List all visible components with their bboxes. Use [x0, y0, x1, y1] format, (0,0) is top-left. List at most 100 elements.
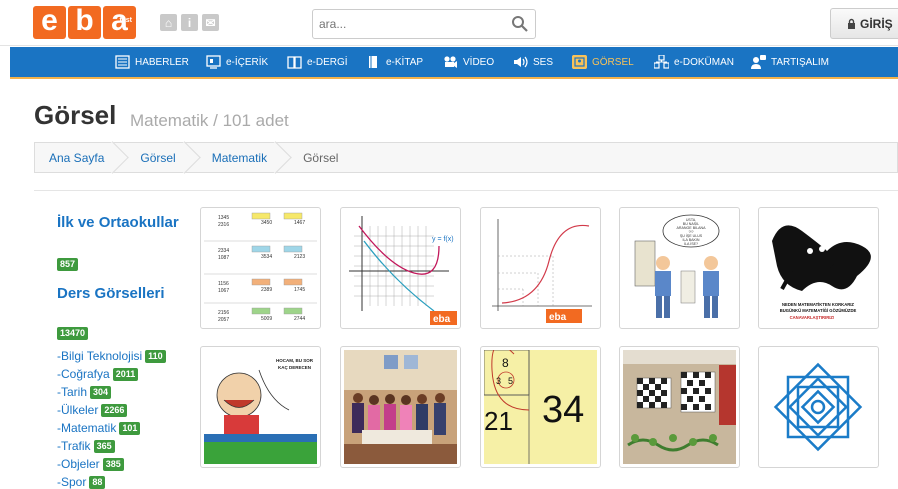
- s-curve-graph-image: eba: [484, 211, 597, 325]
- grid-number: 3534: [261, 254, 272, 260]
- nav-haberler[interactable]: HABERLER: [115, 47, 189, 77]
- nav-label: HABERLER: [135, 56, 189, 68]
- sidebar-item-trafik[interactable]: -Trafik 365: [57, 437, 166, 455]
- search-icon[interactable]: [511, 15, 529, 33]
- grid-number: 1467: [294, 220, 305, 226]
- poster-text: NEDEN MATEMATİKTEN KORKARIZ: [782, 302, 854, 307]
- image-thumbnail-fibonacci[interactable]: 8 3 5 34 21: [480, 346, 601, 468]
- nav-e-dokuman[interactable]: e-DOKÜMAN: [654, 47, 734, 77]
- sidebar-item-cografya[interactable]: -Coğrafya 2011: [57, 365, 166, 383]
- image-thumbnail-function-graph[interactable]: y = f(x) eba: [340, 207, 461, 329]
- sidebar-item-label: -Bilgi Teknolojisi: [57, 349, 143, 363]
- grid-number: 1745: [294, 287, 305, 293]
- grid-number: 2156: [218, 310, 229, 316]
- mail-icon[interactable]: ✉: [202, 14, 219, 31]
- count-badge: 385: [102, 457, 124, 471]
- sidebar-item-label: -Ülkeler: [57, 403, 99, 417]
- top-icons: ⌂ i ✉: [160, 14, 219, 31]
- search-input[interactable]: [313, 10, 503, 38]
- count-badge: 13470: [57, 327, 89, 340]
- nav-label: e-İÇERİK: [226, 56, 269, 68]
- count-badge: 2011: [112, 367, 139, 381]
- image-thumbnail-chessboard[interactable]: [619, 346, 740, 468]
- sidebar-item-tarih[interactable]: -Tarih 304: [57, 383, 166, 401]
- breadcrumb-current: Görsel: [281, 143, 352, 172]
- cartoon-text: İLA İSE?: [684, 241, 698, 246]
- fib-number: 5: [508, 376, 513, 386]
- nav-label: VİDEO: [463, 56, 495, 68]
- magazine-icon: [287, 56, 302, 69]
- brand-stamp: eba: [433, 314, 451, 325]
- count-badge: 2266: [101, 403, 128, 417]
- sidebar-item-ulkeler[interactable]: -Ülkeler 2266: [57, 401, 166, 419]
- nav-gorsel[interactable]: GÖRSEL: [572, 47, 634, 77]
- poster-text: BUGÜNKÜ MATEMATİĞİ GÖZÜMÜZDE: [780, 308, 857, 313]
- student-cartoon-image: HOCAM, BU SOR KAÇ DERECEN: [204, 350, 317, 464]
- cartoon-text: KAÇ DERECEN: [278, 365, 311, 370]
- nav-label: GÖRSEL: [592, 56, 634, 68]
- content-icon: [206, 55, 221, 69]
- fib-number: 8: [502, 356, 509, 370]
- nav-label: e-KİTAP: [386, 56, 424, 68]
- sidebar-item-objeler[interactable]: -Objeler 385: [57, 455, 166, 473]
- grid-number: 2316: [218, 222, 229, 228]
- breadcrumb-ana-sayfa[interactable]: Ana Sayfa: [35, 143, 118, 172]
- video-camera-icon: [444, 56, 457, 68]
- grid-number: 2057: [218, 317, 229, 323]
- nav-e-kitap[interactable]: e-KİTAP: [366, 47, 423, 77]
- grid-number: 2123: [294, 254, 305, 260]
- breadcrumb-label: Görsel: [140, 150, 176, 165]
- image-thumbnail-math-monster[interactable]: NEDEN MATEMATİKTEN KORKARIZ BUGÜNKÜ MATE…: [758, 207, 879, 329]
- grid-number: 3450: [261, 220, 272, 226]
- nav-label: SES: [533, 56, 554, 68]
- news-icon: [115, 55, 130, 69]
- count-badge: 365: [93, 439, 115, 453]
- sidebar-item-matematik[interactable]: -Matematik 101: [57, 419, 166, 437]
- home-icon[interactable]: ⌂: [160, 14, 177, 31]
- count-badge: 101: [119, 421, 141, 435]
- nav-video[interactable]: VİDEO: [443, 47, 494, 77]
- logo-letter-e: e: [33, 6, 66, 39]
- fib-number: 21: [484, 406, 513, 436]
- fibonacci-image: 8 3 5 34 21: [484, 350, 597, 464]
- count-badge: 88: [89, 475, 106, 489]
- login-button[interactable]: GİRİŞ: [830, 8, 898, 39]
- nav-e-dergi[interactable]: e-DERGİ: [287, 47, 348, 77]
- breadcrumb-gorsel[interactable]: Görsel: [118, 143, 189, 172]
- math-monster-image: NEDEN MATEMATİKTEN KORKARIZ BUGÜNKÜ MATE…: [762, 211, 875, 325]
- classroom-photo-image: [344, 350, 457, 464]
- info-icon[interactable]: i: [181, 14, 198, 31]
- sidebar-item-label: -Matematik: [57, 421, 117, 435]
- nav-tartisalim[interactable]: TARTIŞALIM: [751, 47, 829, 77]
- image-thumbnail-s-curve[interactable]: eba: [480, 207, 601, 329]
- book-icon: [369, 56, 377, 68]
- eba-logo[interactable]: e b a test: [33, 6, 138, 39]
- image-thumbnail-classroom-photo[interactable]: [340, 346, 461, 468]
- sidebar-item-spor[interactable]: -Spor 88: [57, 473, 166, 489]
- cartoon-text: HOCAM, BU SOR: [276, 358, 314, 363]
- sidebar-item-label: -Objeler: [57, 457, 100, 471]
- logo-letter-b: b: [68, 6, 101, 39]
- addition-grid-image: 1345 2316 3450 1467 2334 1087 3534 2123 …: [204, 211, 317, 325]
- count-badge: 110: [145, 349, 166, 363]
- breadcrumb-label: Görsel: [303, 150, 339, 165]
- logo-letter-a: a test: [103, 6, 136, 39]
- grid-number: 1067: [218, 288, 229, 294]
- image-thumbnail-workers-cartoon[interactable]: USTA, BU NASIL ARANGE BİLANA ?!? ŞU İŞE …: [619, 207, 740, 329]
- image-thumbnail-addition-grid[interactable]: 1345 2316 3450 1467 2334 1087 3534 2123 …: [200, 207, 321, 329]
- sidebar-heading-schools[interactable]: İlk ve Ortaokullar: [57, 214, 179, 231]
- logo-sub: test: [119, 17, 132, 24]
- breadcrumb-matematik[interactable]: Matematik: [190, 143, 281, 172]
- image-icon: [572, 55, 587, 69]
- breadcrumb-label: Ana Sayfa: [49, 150, 105, 165]
- divider: [34, 190, 898, 191]
- workers-cartoon-image: USTA, BU NASIL ARANGE BİLANA ?!? ŞU İŞE …: [623, 211, 736, 325]
- image-thumbnail-student-cartoon[interactable]: HOCAM, BU SOR KAÇ DERECEN: [200, 346, 321, 468]
- count-badge: 857: [57, 258, 79, 271]
- sidebar-heading-lessons[interactable]: Ders Görselleri: [57, 285, 165, 302]
- nav-ses[interactable]: SES: [513, 47, 553, 77]
- page-title: Görsel: [34, 100, 117, 130]
- sidebar-item-bilgi-teknolojisi[interactable]: -Bilgi Teknolojisi 110: [57, 347, 166, 365]
- image-thumbnail-geometric-star[interactable]: [758, 346, 879, 468]
- nav-e-icerik[interactable]: e-İÇERİK: [206, 47, 268, 77]
